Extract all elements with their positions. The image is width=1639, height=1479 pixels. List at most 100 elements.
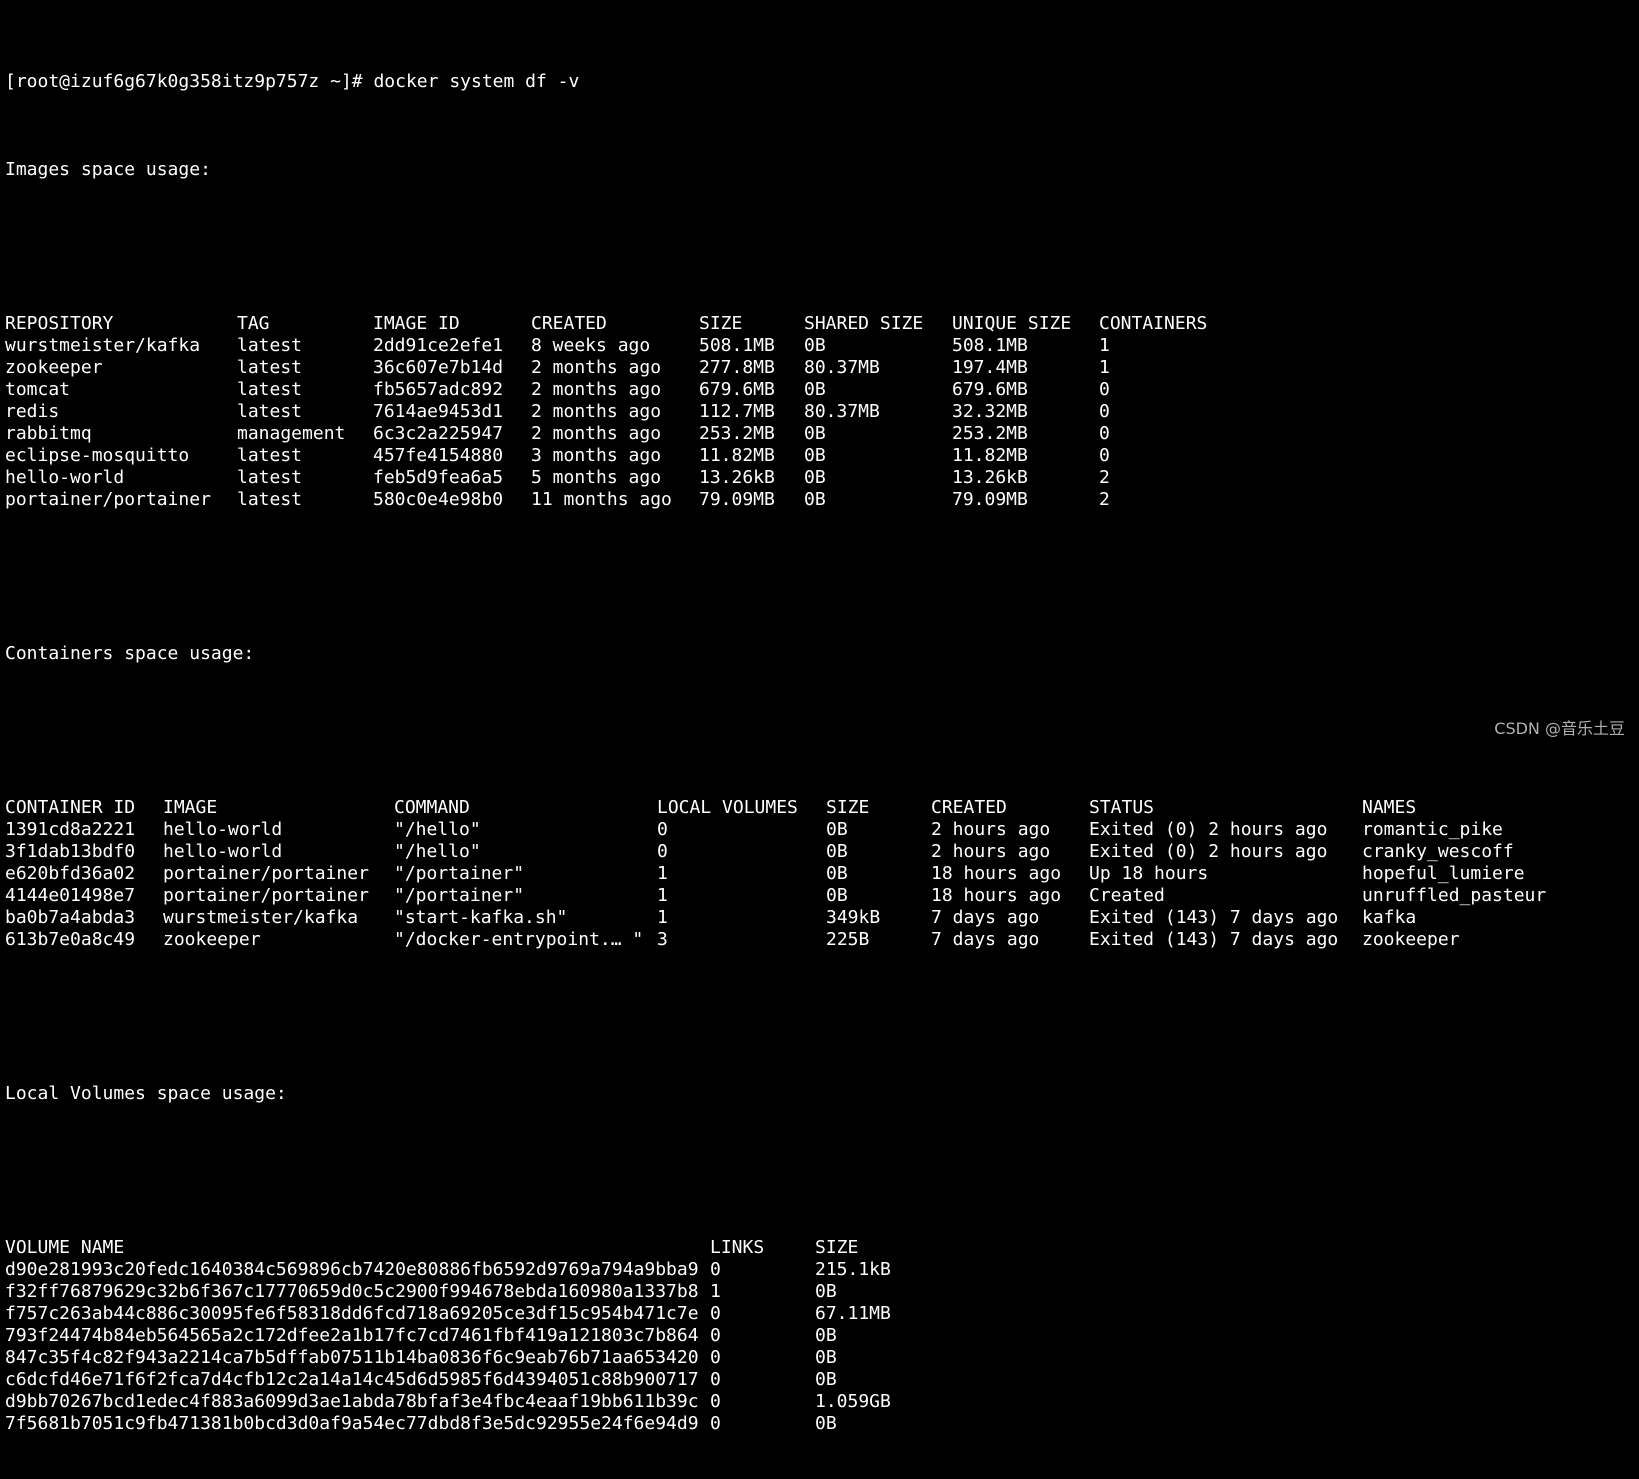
table-cell: latest	[237, 489, 303, 510]
table-cell: 679.6MB	[952, 379, 1028, 400]
table-cell: 679.6MB	[699, 379, 775, 400]
column-header: CONTAINERS	[1099, 313, 1208, 334]
table-cell: kafka	[1362, 907, 1417, 928]
table-cell: d9bb70267bcd1edec4f883a6099d3ae1abda78bf…	[5, 1391, 699, 1412]
volumes-table: VOLUME NAME LINKS SIZE d90e281993c20fedc164…	[5, 1237, 1639, 1435]
table-cell: 7 days ago	[931, 907, 1040, 928]
table-cell: portainer/portainer	[163, 863, 369, 884]
section-title: Images space usage:	[5, 159, 211, 180]
column-header: COMMAND	[394, 797, 470, 818]
table-cell: redis	[5, 401, 60, 422]
column-header: CONTAINER ID	[5, 797, 136, 818]
table-cell: 0	[710, 1347, 721, 1368]
table-cell: 1	[1099, 357, 1110, 378]
table-cell: wurstmeister/kafka	[5, 335, 201, 356]
table-cell: romantic_pike	[1362, 819, 1503, 840]
table-cell: 0B	[815, 1281, 837, 1302]
table-cell: 0	[657, 841, 668, 862]
table-cell: portainer/portainer	[163, 885, 369, 906]
table-cell: 1	[710, 1281, 721, 1302]
table-cell: d90e281993c20fedc1640384c569896cb7420e80…	[5, 1259, 699, 1280]
table-row: redis latest 7614ae9453d1 2 months ago 112.7…	[5, 401, 1639, 423]
table-cell: 80.37MB	[804, 357, 880, 378]
table-cell: 0B	[804, 489, 826, 510]
table-cell: 1	[657, 863, 668, 884]
table-cell: 0	[710, 1413, 721, 1434]
table-cell: 197.4MB	[952, 357, 1028, 378]
table-cell: eclipse-mosquitto	[5, 445, 190, 466]
table-cell: Exited (0) 2 hours ago	[1089, 819, 1328, 840]
table-cell: 80.37MB	[804, 401, 880, 422]
table-cell: 0	[710, 1369, 721, 1390]
table-row: d9bb70267bcd1edec4f883a6099d3ae1abda78bf…	[5, 1391, 1639, 1413]
table-cell: 2	[1099, 467, 1110, 488]
column-header: SIZE	[699, 313, 743, 334]
table-row: e620bfd36a02 portainer/portainer "/portain…	[5, 863, 1639, 885]
table-row: 793f24474b84eb564565a2c172dfee2a1b17fc7c…	[5, 1325, 1639, 1347]
table-cell: 847c35f4c82f943a2214ca7b5dffab07511b14ba…	[5, 1347, 699, 1368]
table-header: VOLUME NAME LINKS SIZE	[5, 1237, 1639, 1259]
volumes-section-title: Local Volumes space usage:	[5, 1083, 1639, 1105]
table-cell: 508.1MB	[952, 335, 1028, 356]
table-cell: latest	[237, 379, 303, 400]
containers-section-title: Containers space usage:	[5, 643, 1639, 665]
table-cell: 0	[1099, 401, 1110, 422]
images-section-title: Images space usage:	[5, 159, 1639, 181]
table-header: CONTAINER ID IMAGE COMMAND LOCAL VOLUMES SIZ…	[5, 797, 1639, 819]
table-cell: latest	[237, 401, 303, 422]
table-cell: "/portainer"	[394, 885, 525, 906]
table-cell: 457fe4154880	[373, 445, 504, 466]
table-cell: 0B	[804, 423, 826, 444]
table-cell: 8 weeks ago	[531, 335, 651, 356]
table-row: wurstmeister/kafka latest 2dd91ce2efe1 8 we…	[5, 335, 1639, 357]
terminal-window[interactable]: [root@izuf6g67k0g358itz9p757z ~]# docker…	[5, 5, 1639, 1434]
table-cell: 32.32MB	[952, 401, 1028, 422]
column-header: CREATED	[531, 313, 607, 334]
table-cell: 18 hours ago	[931, 885, 1062, 906]
table-cell: 0B	[804, 467, 826, 488]
table-cell: 7 days ago	[931, 929, 1040, 950]
table-cell: 2dd91ce2efe1	[373, 335, 504, 356]
table-cell: Exited (143) 7 days ago	[1089, 907, 1339, 928]
table-cell: "/docker-entrypoint.… "	[394, 929, 644, 950]
table-cell: 7f5681b7051c9fb471381b0bcd3d0af9a54ec77d…	[5, 1413, 699, 1434]
column-header: IMAGE	[163, 797, 218, 818]
table-cell: portainer/portainer	[5, 489, 211, 510]
prompt-line: [root@izuf6g67k0g358itz9p757z ~]# docker…	[5, 71, 1639, 93]
table-cell: hello-world	[163, 841, 283, 862]
table-cell: 2 hours ago	[931, 841, 1051, 862]
table-cell: Exited (143) 7 days ago	[1089, 929, 1339, 950]
table-cell: 580c0e4e98b0	[373, 489, 504, 510]
table-cell: 0	[1099, 423, 1110, 444]
table-row: zookeeper latest 36c607e7b14d 2 months ago 2…	[5, 357, 1639, 379]
table-row: hello-world latest feb5d9fea6a5 5 months ag…	[5, 467, 1639, 489]
shell-prompt: [root@izuf6g67k0g358itz9p757z ~]# docker…	[5, 71, 580, 92]
table-cell: 2 months ago	[531, 379, 662, 400]
table-cell: 7614ae9453d1	[373, 401, 504, 422]
table-cell: 0	[657, 819, 668, 840]
table-cell: 508.1MB	[699, 335, 775, 356]
table-cell: 253.2MB	[699, 423, 775, 444]
column-header: SHARED SIZE	[804, 313, 924, 334]
table-cell: 0B	[826, 863, 848, 884]
table-cell: 215.1kB	[815, 1259, 891, 1280]
column-header: VOLUME NAME	[5, 1237, 125, 1258]
table-cell: Exited (0) 2 hours ago	[1089, 841, 1328, 862]
table-row: f757c263ab44c886c30095fe6f58318dd6fcd718…	[5, 1303, 1639, 1325]
table-cell: 0	[1099, 379, 1110, 400]
images-table: REPOSITORY TAG IMAGE ID CREATED SIZE SHARED S…	[5, 313, 1639, 511]
table-cell: 4144e01498e7	[5, 885, 136, 906]
table-cell: 6c3c2a225947	[373, 423, 504, 444]
table-cell: 2 months ago	[531, 423, 662, 444]
table-cell: 2 hours ago	[931, 819, 1051, 840]
table-cell: 0	[1099, 445, 1110, 466]
column-header: NAMES	[1362, 797, 1417, 818]
table-cell: 1.059GB	[815, 1391, 891, 1412]
table-cell: 1	[1099, 335, 1110, 356]
table-row: tomcat latest fb5657adc892 2 months ago 679.…	[5, 379, 1639, 401]
table-cell: 3 months ago	[531, 445, 662, 466]
table-cell: 11 months ago	[531, 489, 672, 510]
table-cell: 613b7e0a8c49	[5, 929, 136, 950]
table-cell: 5 months ago	[531, 467, 662, 488]
table-cell: 0B	[826, 885, 848, 906]
